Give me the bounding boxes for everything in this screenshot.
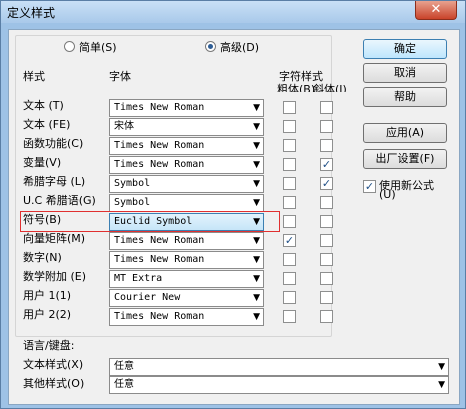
font-select[interactable]: Times New Roman ▼ xyxy=(109,137,264,155)
chevron-down-icon: ▼ xyxy=(253,198,260,208)
bold-checkbox[interactable] xyxy=(283,177,296,190)
dialog-body: 简单(S) 高级(D) 样式 字体 字符样式 粗体(B) 斜体(I) 文本 (T… xyxy=(8,29,460,405)
chevron-down-icon: ▼ xyxy=(438,380,445,390)
italic-checkbox[interactable] xyxy=(320,272,333,285)
style-row-label: 函数功能(C) xyxy=(23,137,84,150)
font-select[interactable]: Courier New ▼ xyxy=(109,289,264,307)
font-select-value: Times New Roman xyxy=(114,254,205,265)
bold-checkbox[interactable] xyxy=(283,310,296,323)
use-new-formula-accel[interactable]: (U) xyxy=(379,188,396,201)
font-select-value: Times New Roman xyxy=(114,159,205,170)
italic-checkbox[interactable]: ✓ xyxy=(320,177,333,190)
bold-checkbox[interactable] xyxy=(283,215,296,228)
font-select-value: Times New Roman xyxy=(114,311,205,322)
style-row-label: 数学附加 (E) xyxy=(23,270,87,283)
bold-checkbox[interactable] xyxy=(283,158,296,171)
bold-checkbox[interactable] xyxy=(283,272,296,285)
chevron-down-icon: ▼ xyxy=(253,179,260,189)
chevron-down-icon: ▼ xyxy=(253,293,260,303)
bold-checkbox[interactable] xyxy=(283,291,296,304)
chevron-down-icon: ▼ xyxy=(253,312,260,322)
font-select[interactable]: Times New Roman ▼ xyxy=(109,99,264,117)
advanced-label[interactable]: 高级(D) xyxy=(220,39,259,55)
close-button[interactable]: ✕ xyxy=(415,1,457,20)
bold-checkbox[interactable] xyxy=(283,101,296,114)
text-style-select[interactable]: 任意 ▼ xyxy=(109,358,449,376)
ok-button[interactable]: 确定 xyxy=(363,39,447,59)
use-new-formula-checkbox[interactable]: ✓ xyxy=(363,180,376,193)
bold-checkbox[interactable] xyxy=(283,196,296,209)
italic-checkbox[interactable] xyxy=(320,253,333,266)
style-row-label: 文本 (T) xyxy=(23,99,64,112)
bold-checkbox[interactable] xyxy=(283,120,296,133)
style-row-label: 变量(V) xyxy=(23,156,62,169)
title-bar: 定义样式 ✕ xyxy=(1,1,465,23)
font-select-value: Times New Roman xyxy=(114,102,205,113)
other-style-label: 其他样式(O) xyxy=(23,377,85,390)
cancel-button[interactable]: 取消 xyxy=(363,63,447,83)
font-select-value: Times New Roman xyxy=(114,140,205,151)
define-style-dialog: 定义样式 ✕ 简单(S) 高级(D) 样式 字体 字符样式 粗体(B) 斜体(I… xyxy=(0,0,466,409)
font-select-value: Courier New xyxy=(114,292,181,303)
chevron-down-icon: ▼ xyxy=(253,103,260,113)
chevron-down-icon: ▼ xyxy=(253,274,260,284)
other-style-value: 任意 xyxy=(114,379,134,390)
font-select[interactable]: Times New Roman ▼ xyxy=(109,251,264,269)
style-row-label: 向量矩阵(M) xyxy=(23,232,86,245)
chevron-down-icon: ▼ xyxy=(253,160,260,170)
language-heading: 语言/键盘: xyxy=(23,339,75,352)
style-row-label: 数字(N) xyxy=(23,251,62,264)
font-select-value: Symbol xyxy=(114,178,151,189)
font-select[interactable]: 宋体 ▼ xyxy=(109,118,264,136)
font-select-value: Times New Roman xyxy=(114,235,205,246)
style-row-label: 用户 1(1) xyxy=(23,289,72,302)
style-row-label: 用户 2(2) xyxy=(23,308,72,321)
bold-checkbox[interactable] xyxy=(283,253,296,266)
style-header: 样式 xyxy=(23,70,45,83)
font-select[interactable]: Symbol ▼ xyxy=(109,194,264,212)
font-select[interactable]: Times New Roman ▼ xyxy=(109,156,264,174)
window-title: 定义样式 xyxy=(7,6,56,20)
italic-checkbox[interactable]: ✓ xyxy=(320,158,333,171)
font-select[interactable]: MT Extra ▼ xyxy=(109,270,264,288)
factory-settings-button[interactable]: 出厂设置(F) xyxy=(363,149,447,169)
chevron-down-icon: ▼ xyxy=(253,236,260,246)
font-select[interactable]: Times New Roman ▼ xyxy=(109,232,264,250)
italic-checkbox[interactable] xyxy=(320,234,333,247)
font-select-value: 宋体 xyxy=(114,121,134,132)
simple-radio[interactable] xyxy=(64,41,75,52)
italic-checkbox[interactable] xyxy=(320,291,333,304)
bold-checkbox[interactable]: ✓ xyxy=(283,234,296,247)
bold-checkbox[interactable] xyxy=(283,139,296,152)
chevron-down-icon: ▼ xyxy=(253,122,260,132)
font-select[interactable]: Times New Roman ▼ xyxy=(109,308,264,326)
italic-checkbox[interactable] xyxy=(320,215,333,228)
style-row-label: 希腊字母 (L) xyxy=(23,175,86,188)
help-button[interactable]: 帮助 xyxy=(363,87,447,107)
chevron-down-icon: ▼ xyxy=(438,362,445,372)
selection-highlight xyxy=(20,211,280,232)
font-select-value: MT Extra xyxy=(114,273,163,284)
font-select[interactable]: Symbol ▼ xyxy=(109,175,264,193)
font-select-value: Symbol xyxy=(114,197,151,208)
chevron-down-icon: ▼ xyxy=(253,141,260,151)
text-style-label: 文本样式(X) xyxy=(23,358,84,371)
italic-checkbox[interactable] xyxy=(320,139,333,152)
simple-label[interactable]: 简单(S) xyxy=(79,39,117,55)
italic-checkbox[interactable] xyxy=(320,101,333,114)
italic-checkbox[interactable] xyxy=(320,196,333,209)
advanced-radio[interactable] xyxy=(205,41,216,52)
chevron-down-icon: ▼ xyxy=(253,255,260,265)
text-style-value: 任意 xyxy=(114,361,134,372)
italic-checkbox[interactable] xyxy=(320,120,333,133)
apply-button[interactable]: 应用(A) xyxy=(363,123,447,143)
style-row-label: U.C 希腊语(G) xyxy=(23,194,96,207)
italic-checkbox[interactable] xyxy=(320,310,333,323)
italic-header: 斜体(I) xyxy=(313,83,347,92)
font-header: 字体 xyxy=(109,70,131,83)
style-row-label: 文本 (FE) xyxy=(23,118,71,131)
bold-header: 粗体(B) xyxy=(277,83,316,92)
other-style-select[interactable]: 任意 ▼ xyxy=(109,376,449,394)
